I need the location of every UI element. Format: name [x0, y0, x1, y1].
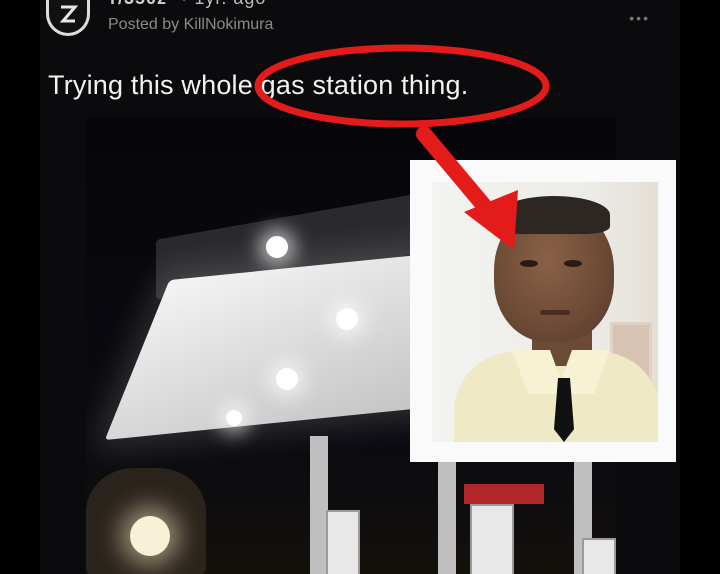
fuel-pump [582, 538, 616, 574]
fuel-pump [470, 504, 514, 574]
red-arrow-icon [416, 126, 518, 250]
subreddit-name[interactable]: r/350z [110, 0, 167, 8]
fuel-pump [326, 510, 360, 574]
subreddit-avatar[interactable] [46, 0, 90, 36]
street-lamp [130, 516, 170, 556]
eye [564, 260, 582, 267]
more-dots-icon[interactable]: ••• [629, 10, 650, 26]
post-age: • 1yr. ago [181, 0, 266, 8]
z-logo-icon [59, 5, 79, 22]
highlight-oval [254, 44, 550, 128]
pump-sign [464, 484, 544, 504]
canopy-light [226, 410, 242, 426]
canopy-light [276, 368, 298, 390]
post-card: r/350z• 1yr. ago Posted by KillNokimura … [40, 0, 680, 574]
canopy-pillar [438, 448, 456, 574]
canopy-light [266, 236, 288, 258]
mouth [540, 310, 570, 315]
canopy-light [336, 308, 358, 330]
posted-by[interactable]: Posted by KillNokimura [108, 16, 273, 34]
eye [520, 260, 538, 267]
subreddit-header[interactable]: r/350z • 1yr. ago [110, 0, 266, 9]
